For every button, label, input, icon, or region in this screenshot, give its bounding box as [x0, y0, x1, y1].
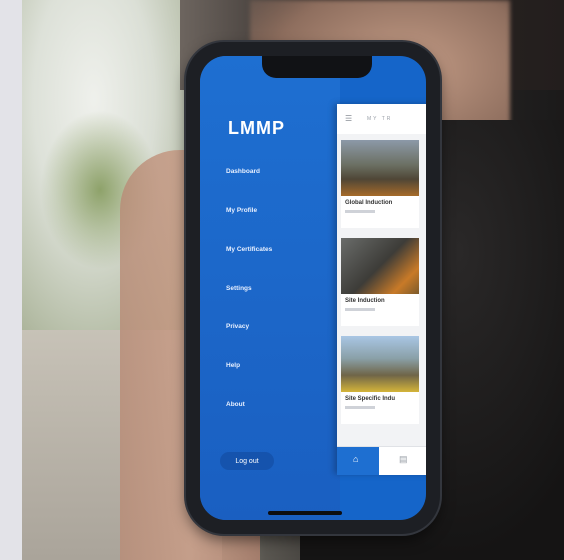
tab-home[interactable]: ⌂: [337, 447, 379, 475]
course-card-site-induction[interactable]: Site Induction: [341, 238, 419, 326]
list-icon[interactable]: ▤: [399, 454, 408, 465]
menu-item-privacy[interactable]: Privacy: [226, 323, 249, 330]
card-title: Site Induction: [345, 298, 385, 304]
menu-item-dashboard[interactable]: Dashboard: [226, 168, 260, 175]
card-image: [341, 238, 419, 294]
home-icon: ⌂: [353, 454, 359, 464]
content-header: ☰ MY TR: [337, 104, 426, 134]
card-image: [341, 140, 419, 196]
phone-screen: LMMP Dashboard My Profile My Certificate…: [200, 56, 426, 520]
menu-item-help[interactable]: Help: [226, 362, 240, 369]
course-card-site-specific[interactable]: Site Specific Indu: [341, 336, 419, 424]
app-logo: LMMP: [228, 118, 285, 138]
card-subtitle: [345, 406, 375, 409]
card-image: [341, 336, 419, 392]
content-title: MY TR: [367, 116, 393, 122]
menu-item-settings[interactable]: Settings: [226, 285, 252, 292]
menu-item-about[interactable]: About: [226, 401, 245, 408]
content-panel: ☰ MY TR Global Induction Site Induction …: [337, 104, 426, 475]
left-border: [0, 0, 22, 560]
logout-button[interactable]: Log out: [220, 452, 274, 470]
menu-item-my-profile[interactable]: My Profile: [226, 207, 257, 214]
tab-bar: ⌂ ▤: [337, 446, 426, 475]
hamburger-icon[interactable]: ☰: [345, 114, 352, 123]
menu-item-my-certificates[interactable]: My Certificates: [226, 246, 272, 253]
course-card-global-induction[interactable]: Global Induction: [341, 140, 419, 228]
card-subtitle: [345, 210, 375, 213]
card-title: Site Specific Indu: [345, 396, 396, 402]
phone-notch: [262, 56, 372, 78]
home-indicator: [268, 511, 342, 515]
side-menu: LMMP Dashboard My Profile My Certificate…: [200, 56, 340, 520]
card-title: Global Induction: [345, 200, 393, 206]
photo: LMMP Dashboard My Profile My Certificate…: [0, 0, 564, 560]
card-subtitle: [345, 308, 375, 311]
